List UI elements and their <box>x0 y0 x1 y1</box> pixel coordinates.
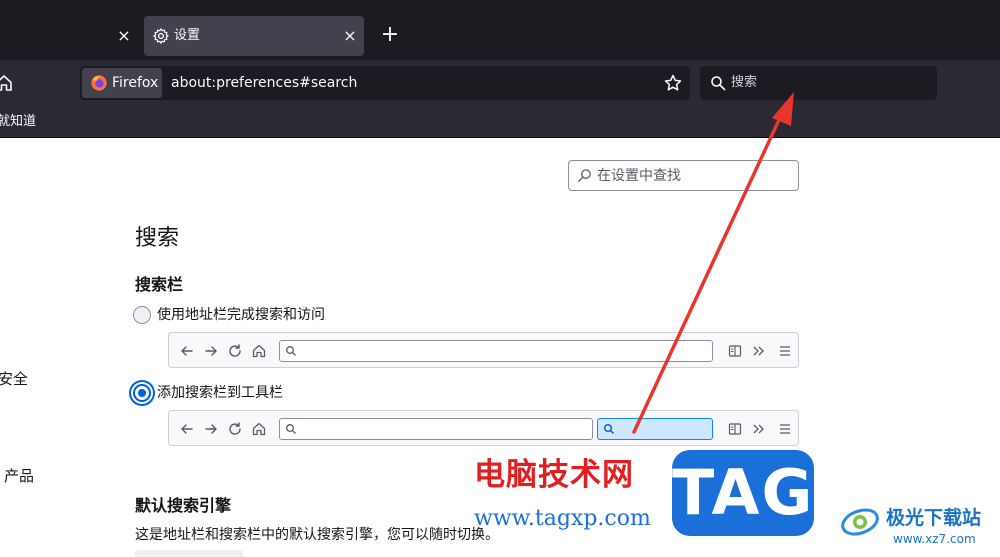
menu-icon <box>780 424 790 434</box>
search-icon <box>286 424 296 434</box>
inactive-tab-close-button[interactable]: × <box>114 26 134 46</box>
find-in-settings-input[interactable]: 在设置中查找 <box>568 160 799 191</box>
forward-arrow-icon <box>205 346 217 356</box>
tab-strip: × 设置 × + <box>0 0 1000 60</box>
overflow-chevron-icon <box>753 346 764 356</box>
search-bar[interactable]: 搜索 <box>700 66 937 100</box>
url-bar[interactable]: Firefox about:preferences#search <box>80 66 690 100</box>
sidebar-item-products[interactable]: 产品 <box>4 466 34 486</box>
watermark-tag-logo: TAG <box>672 450 814 536</box>
watermark-jiguang-name: 极光下载站 <box>886 507 982 529</box>
urlbar-preview-image <box>168 332 799 368</box>
reload-icon <box>229 422 241 435</box>
forward-arrow-icon <box>205 424 217 434</box>
preview-searchbar-field <box>597 418 713 440</box>
url-text[interactable]: about:preferences#search <box>171 74 357 92</box>
radio-button-checked[interactable] <box>133 384 151 402</box>
reader-view-icon <box>728 423 742 435</box>
search-icon <box>578 169 591 182</box>
watermark-site-name: 电脑技术网 <box>474 457 634 493</box>
preferences-page: 安全 产品 在设置中查找 搜索 搜索栏 使用地址栏完成搜索和访问 添加搜索栏到工… <box>0 139 1000 557</box>
searchbar-group-title: 搜索栏 <box>135 275 184 294</box>
search-icon <box>286 346 296 356</box>
identity-label: Firefox <box>112 75 159 91</box>
home-icon <box>252 422 266 436</box>
preview-urlbar-field <box>279 340 713 362</box>
tab-close-button[interactable]: × <box>340 26 360 46</box>
home-icon <box>252 344 266 358</box>
back-arrow-icon <box>181 424 193 434</box>
searchbar-preview-image <box>168 410 799 446</box>
default-engine-title: 默认搜索引擎 <box>135 496 232 515</box>
find-placeholder: 在设置中查找 <box>597 168 681 184</box>
radio-label: 添加搜索栏到工具栏 <box>157 385 283 401</box>
default-engine-description: 这是地址栏和搜索栏中的默认搜索引擎，您可以随时切换。 <box>135 527 499 543</box>
page-title: 搜索 <box>135 226 180 251</box>
bookmarks-bar: 就知道 <box>0 105 1000 138</box>
search-bar-placeholder: 搜索 <box>731 75 758 90</box>
firefox-logo-icon <box>91 75 107 91</box>
preview-urlbar-field <box>279 418 593 440</box>
watermark-jiguang-url: www.xz7.com <box>893 532 976 546</box>
tab-settings[interactable]: 设置 × <box>144 16 364 56</box>
new-tab-button[interactable]: + <box>378 24 402 48</box>
default-engine-select[interactable] <box>135 550 243 557</box>
back-arrow-icon <box>181 346 193 356</box>
radio-label: 使用地址栏完成搜索和访问 <box>157 307 325 323</box>
reload-icon <box>229 344 241 357</box>
jiguang-logo-icon <box>841 508 879 536</box>
radio-button[interactable] <box>133 306 151 324</box>
identity-box[interactable]: Firefox <box>82 68 162 98</box>
overflow-chevron-icon <box>753 424 764 434</box>
sidebar-item-privacy[interactable]: 安全 <box>0 369 28 389</box>
search-icon <box>604 424 614 434</box>
star-icon[interactable] <box>663 73 683 93</box>
reader-view-icon <box>728 345 742 357</box>
nav-bar: Firefox about:preferences#search 搜索 <box>0 60 1000 105</box>
watermark-site-url: www.tagxp.com <box>474 506 651 531</box>
search-icon <box>711 76 726 91</box>
tab-title: 设置 <box>174 28 201 43</box>
bookmark-item[interactable]: 就知道 <box>0 113 36 131</box>
gear-icon <box>153 28 169 44</box>
home-icon[interactable] <box>0 73 14 93</box>
menu-icon <box>780 346 790 356</box>
